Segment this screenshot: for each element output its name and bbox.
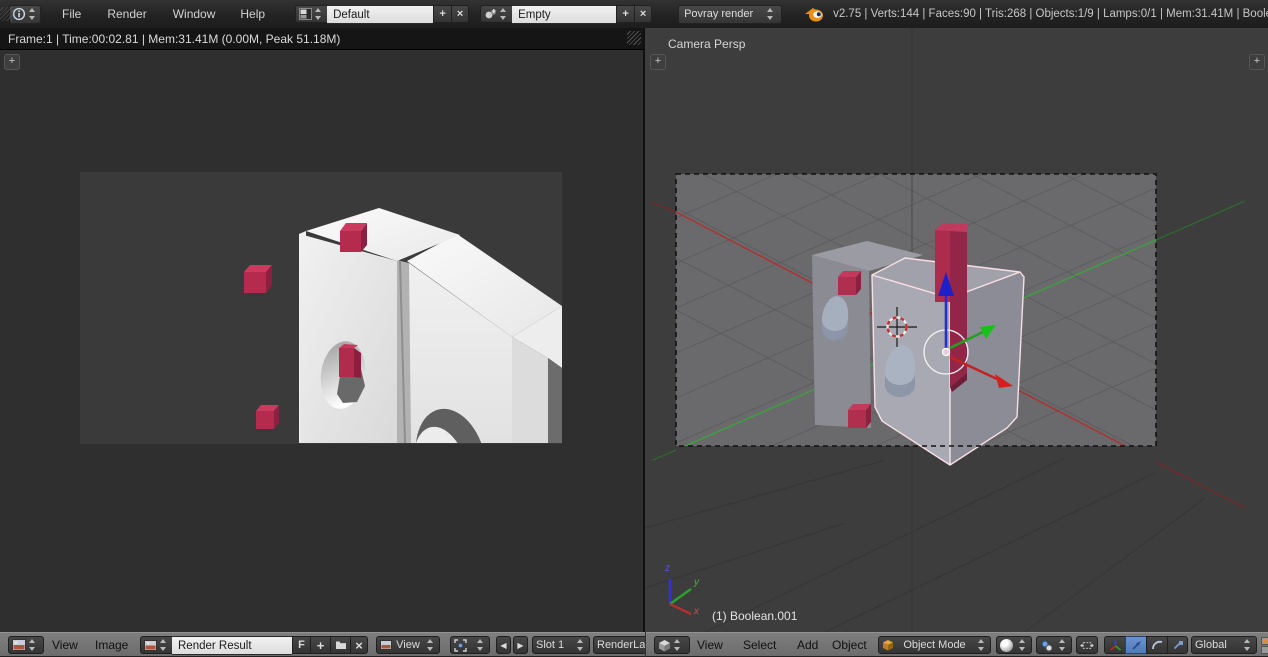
image-editor-icon: [12, 639, 26, 651]
viewport-area[interactable]: Camera Persp (1) Boolean.001 z y x + +: [645, 28, 1268, 632]
menu-help[interactable]: Help: [240, 7, 265, 21]
menu-select[interactable]: Select: [743, 638, 776, 652]
area-divider[interactable]: [643, 28, 645, 657]
scene-icon: [484, 8, 497, 20]
image-icon: [144, 640, 157, 651]
render-cube-on-top: [340, 223, 367, 252]
menu-window[interactable]: Window: [173, 7, 216, 21]
menu-image[interactable]: Image: [95, 638, 128, 652]
small-red-cube-1[interactable]: [838, 271, 861, 295]
info-header: File Render Window Help Default + ×: [0, 0, 1268, 29]
scale-manipulator-button[interactable]: [1167, 636, 1188, 654]
blender-window: File Render Window Help Default + ×: [0, 0, 1268, 657]
pivot-point-icon: [1040, 639, 1053, 652]
image-browse-button[interactable]: [140, 636, 172, 654]
chevron-updown-icon: [499, 8, 507, 20]
object-origin-dot: [942, 348, 949, 355]
display-mode-select[interactable]: View: [376, 636, 440, 654]
new-image-button[interactable]: +: [310, 636, 330, 654]
image-pin-icon: [380, 640, 392, 650]
screen-layout-delete-button[interactable]: ×: [451, 5, 469, 23]
viewport-canvas[interactable]: [645, 28, 1268, 632]
render-info-bar: Frame:1 | Time:00:02.81 | Mem:31.41M (0.…: [0, 28, 645, 50]
render-engine-select[interactable]: Povray render: [678, 5, 782, 24]
menu-file[interactable]: File: [62, 7, 81, 21]
center-points-icon: [1080, 640, 1094, 651]
screen-layout-name-field[interactable]: Default: [327, 5, 433, 24]
info-icon: [12, 7, 26, 21]
image-name-field[interactable]: Render Result: [172, 636, 292, 655]
render-floating-cube-1: [244, 265, 272, 293]
layers-widget[interactable]: [1261, 637, 1268, 654]
solid-shading-icon: [1000, 639, 1013, 652]
scale-arrow-icon: [1171, 639, 1184, 652]
corner-grip[interactable]: [0, 7, 14, 21]
menu-view[interactable]: View: [52, 638, 78, 652]
previous-slot-button[interactable]: ◀: [496, 636, 511, 654]
object-mode-icon: [882, 639, 894, 651]
folder-icon: [335, 640, 347, 650]
image-datablock-widget: Render Result F + ×: [140, 636, 368, 655]
image-editor-area[interactable]: +: [0, 50, 645, 632]
manipulate-center-points-toggle[interactable]: [1076, 636, 1098, 654]
transform-orientation-select[interactable]: Global: [1191, 636, 1257, 654]
blender-logo: [804, 6, 824, 23]
menu-render[interactable]: Render: [107, 7, 146, 21]
menu-object[interactable]: Object: [832, 638, 867, 652]
menu-add[interactable]: Add: [797, 638, 818, 652]
unlink-image-button[interactable]: ×: [350, 636, 368, 654]
viewport-header: View Select Add Object Object Mode: [646, 632, 1268, 657]
scene-browse-button[interactable]: [480, 5, 512, 23]
screen-layout-add-button[interactable]: +: [433, 5, 451, 23]
render-floating-cube-2: [256, 405, 279, 429]
area-corner-grip[interactable]: [627, 31, 641, 45]
render-display-icon: [454, 639, 467, 652]
small-red-cube-2[interactable]: [848, 404, 871, 428]
chevron-updown-icon: [766, 8, 774, 20]
gizmo-y-label: y: [694, 577, 699, 588]
rotate-arc-icon: [1151, 639, 1164, 652]
scene-statistics: v2.75 | Verts:144 | Faces:90 | Tris:268 …: [833, 8, 1268, 20]
fake-user-button[interactable]: F: [292, 636, 310, 654]
translate-arrow-icon: [1130, 639, 1143, 652]
manipulator-toggle-button[interactable]: [1104, 636, 1125, 654]
scene-widget: Empty + ×: [480, 5, 652, 24]
display-channels-select[interactable]: [450, 636, 490, 654]
render-slot-select[interactable]: Slot 1: [532, 636, 590, 654]
expand-panel-button[interactable]: +: [650, 54, 666, 70]
manipulator-toggles: [1104, 636, 1188, 654]
editor-type-selector-3dview[interactable]: [654, 636, 690, 654]
editor-type-selector-image[interactable]: [8, 636, 44, 654]
screen-layout-widget: Default + ×: [295, 5, 469, 24]
expand-panel-button[interactable]: +: [4, 54, 20, 70]
scene-delete-button[interactable]: ×: [634, 5, 652, 23]
gizmo-x-label: x: [694, 606, 699, 617]
chevron-updown-icon: [314, 8, 322, 20]
expand-panel-button[interactable]: +: [1249, 54, 1265, 70]
next-slot-button[interactable]: ▶: [513, 636, 528, 654]
active-object-name: (1) Boolean.001: [712, 609, 797, 623]
interaction-mode-select[interactable]: Object Mode: [878, 636, 991, 654]
pivot-point-select[interactable]: [1036, 636, 1072, 654]
scene-add-button[interactable]: +: [616, 5, 634, 23]
3d-view-icon: [658, 639, 671, 652]
open-image-button[interactable]: [330, 636, 350, 654]
viewport-shading-select[interactable]: [996, 636, 1032, 654]
viewport-view-name: Camera Persp: [668, 37, 745, 51]
manipulator-axis-icon: [1109, 639, 1122, 652]
translate-manipulator-button[interactable]: [1125, 636, 1146, 654]
menu-view[interactable]: View: [697, 638, 723, 652]
render-layer-select[interactable]: RenderLay: [593, 636, 645, 654]
scene-name-field[interactable]: Empty: [512, 5, 616, 24]
render-result-image: [80, 172, 562, 444]
rotate-manipulator-button[interactable]: [1146, 636, 1167, 654]
chevron-updown-icon: [28, 8, 36, 20]
image-editor-header: View Image Render Result F + ×: [0, 632, 645, 657]
gizmo-z-label: z: [665, 563, 670, 574]
screen-layout-browse-button[interactable]: [295, 5, 327, 23]
screen-layout-icon: [299, 8, 312, 20]
